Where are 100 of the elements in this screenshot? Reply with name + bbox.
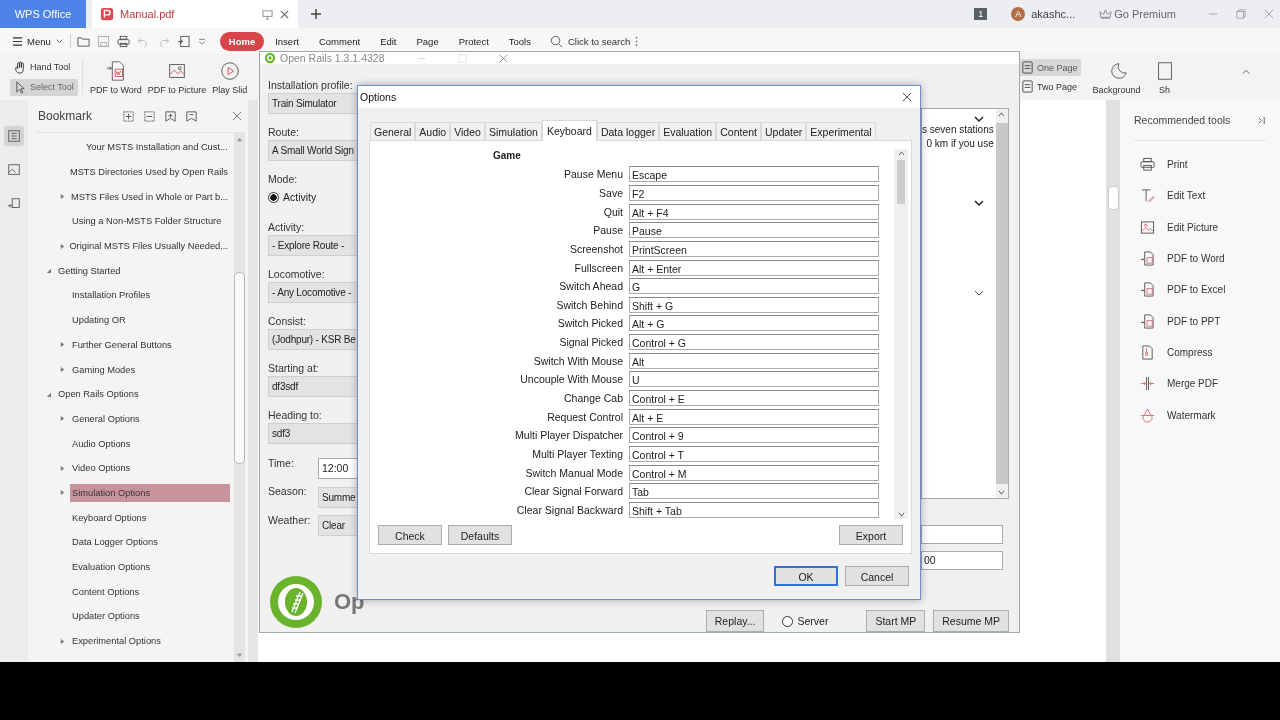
window-button[interactable]: Start MP (866, 610, 926, 632)
tab[interactable]: Evaluation (659, 122, 717, 140)
bookmark-item[interactable]: Further General Buttons (70, 335, 230, 354)
key-field[interactable]: Alt + F4 (629, 203, 879, 220)
tool-item[interactable]: Edit Picture (1134, 211, 1266, 243)
key-field[interactable]: Alt + Enter (629, 259, 879, 276)
bookmark-item[interactable]: Gaming Modes (70, 360, 230, 379)
bookmark-item[interactable]: Video Options (70, 459, 230, 478)
tool-button[interactable]: Play Slid (212, 59, 248, 95)
tab[interactable]: Simulation (484, 122, 542, 140)
tool-item[interactable]: Merge PDF (1134, 368, 1266, 400)
account-name[interactable]: akashc... (1031, 8, 1076, 20)
tab[interactable]: Data logger (596, 122, 660, 140)
tool-item[interactable]: Compress (1134, 336, 1266, 369)
ribbon-tab[interactable]: Page (407, 31, 448, 51)
tool-item[interactable]: Print (1134, 149, 1266, 181)
bookmark-item[interactable]: Audio Options (70, 434, 230, 453)
search-field[interactable]: Click to search (550, 34, 631, 48)
key-field[interactable]: Alt + G (629, 315, 879, 332)
tool-item[interactable]: PDF to PPT (1134, 305, 1266, 337)
bookmark-item[interactable]: Keyboard Options (70, 508, 230, 527)
bookmark-item[interactable]: Updating OR (70, 311, 230, 330)
key-field[interactable]: Shift + Tab (629, 501, 879, 518)
panel-title: Recommended tools (1134, 114, 1231, 126)
bookmark-item[interactable]: Evaluation Options (70, 558, 230, 577)
premium-button[interactable]: Go Premium (1099, 7, 1176, 21)
tab[interactable]: Video (450, 122, 485, 140)
bookmark-item[interactable]: Open Rails Options (56, 385, 230, 404)
bookmark-item[interactable]: Original MSTS Files Usually Needed... (67, 237, 230, 256)
tab[interactable]: Content (716, 122, 761, 140)
field-label: Time: (268, 455, 295, 471)
tab[interactable]: Experimental (806, 122, 876, 140)
tab[interactable]: Audio (415, 122, 451, 140)
key-field[interactable]: F2 (629, 184, 879, 201)
tool-item[interactable]: Edit Text (1134, 180, 1266, 212)
tool-button[interactable]: PDF to Word (89, 59, 142, 95)
bookmark-item[interactable]: Using a Non-MSTS Folder Structure (70, 212, 230, 231)
tool-item[interactable]: PDF to Excel (1134, 274, 1266, 306)
action-label: Multi Player Texting (531, 447, 624, 460)
input-field[interactable]: 00 (921, 551, 1003, 570)
bookmark-item[interactable]: Simulation Options (70, 483, 230, 502)
dialog-button[interactable]: Defaults (448, 525, 512, 545)
view-mode-button[interactable]: Two Page (1018, 78, 1081, 95)
bookmark-item[interactable]: MSTS Files Used in Whole or Part b... (68, 187, 230, 206)
window-button[interactable]: Replay... (705, 610, 765, 632)
key-field[interactable]: Control + E (629, 390, 879, 406)
tab[interactable]: Keyboard (541, 120, 597, 141)
menu-button[interactable]: Menu (12, 35, 64, 47)
key-field[interactable]: U (629, 371, 879, 388)
tab[interactable]: Updater (761, 122, 807, 140)
bookmark-item[interactable]: Installation Profiles (70, 286, 230, 305)
document-tab[interactable]: Manual.pdf (92, 0, 298, 28)
cursor-tool-button[interactable]: Hand Tool (10, 58, 78, 76)
key-field[interactable]: Control + M (629, 464, 879, 481)
background-button[interactable]: Background (1092, 59, 1141, 95)
ribbon-tab[interactable]: Tools (499, 31, 540, 51)
cursor-tool-button[interactable]: Select Tool (10, 78, 78, 96)
key-field[interactable]: Shift + G (629, 296, 879, 313)
ribbon-tab[interactable]: Edit (371, 31, 406, 51)
action-label: Request Control (546, 410, 624, 423)
cancel-button[interactable]: Cancel (845, 566, 909, 586)
ribbon-tab[interactable]: Insert (266, 31, 308, 51)
bookmark-item[interactable]: Experimental Options (70, 632, 230, 651)
ribbon-tab[interactable]: Comment (309, 31, 370, 51)
key-field[interactable]: Control + 9 (629, 427, 879, 444)
key-field[interactable]: Control + T (629, 445, 879, 462)
export-button[interactable]: Export (839, 525, 903, 545)
key-field[interactable]: Control + G (629, 334, 879, 351)
tool-item[interactable]: Watermark (1134, 399, 1266, 431)
radio-option[interactable]: Server (782, 611, 829, 631)
action-label: Fullscreen (573, 261, 624, 274)
bookmark-item[interactable]: Content Options (70, 582, 230, 601)
window-button[interactable]: Resume MP (933, 610, 1009, 632)
bookmark-item[interactable]: Your MSTS Installation and Cust... (84, 138, 230, 157)
key-field[interactable]: Alt (629, 352, 879, 369)
key-field[interactable]: Pause (629, 222, 879, 239)
dialog-title: Options (360, 91, 397, 103)
field-label: Mode: (268, 172, 298, 188)
key-field[interactable]: PrintScreen (629, 240, 879, 257)
count-badge[interactable]: 1 (974, 8, 988, 20)
tab[interactable]: General (370, 122, 416, 140)
bookmark-item[interactable]: MSTS Directories Used by Open Rails (67, 163, 230, 182)
app-tab[interactable]: WPS Office (0, 0, 86, 28)
ribbon-tab[interactable]: Protect (449, 31, 498, 51)
key-field[interactable]: Alt + E (629, 408, 879, 425)
ribbon-tab[interactable]: Home (219, 31, 265, 51)
ok-button[interactable]: OK (774, 566, 838, 586)
tool-item[interactable]: PDF to Word (1134, 242, 1266, 275)
key-field[interactable]: Escape (629, 166, 879, 183)
bookmark-item[interactable]: General Options (70, 409, 230, 428)
key-field[interactable]: G (629, 278, 879, 295)
tool-button[interactable]: PDF to Picture (147, 59, 207, 95)
tool-button[interactable]: Sh (1153, 59, 1176, 95)
bookmark-item[interactable]: Updater Options (70, 607, 230, 626)
bookmark-item[interactable]: Getting Started (56, 261, 230, 280)
avatar[interactable]: A (1011, 7, 1026, 21)
bookmark-item[interactable]: Data Logger Options (70, 533, 230, 552)
view-mode-button[interactable]: One Page (1018, 59, 1081, 76)
dialog-button[interactable]: Check (378, 525, 442, 545)
key-field[interactable]: Tab (629, 483, 879, 500)
